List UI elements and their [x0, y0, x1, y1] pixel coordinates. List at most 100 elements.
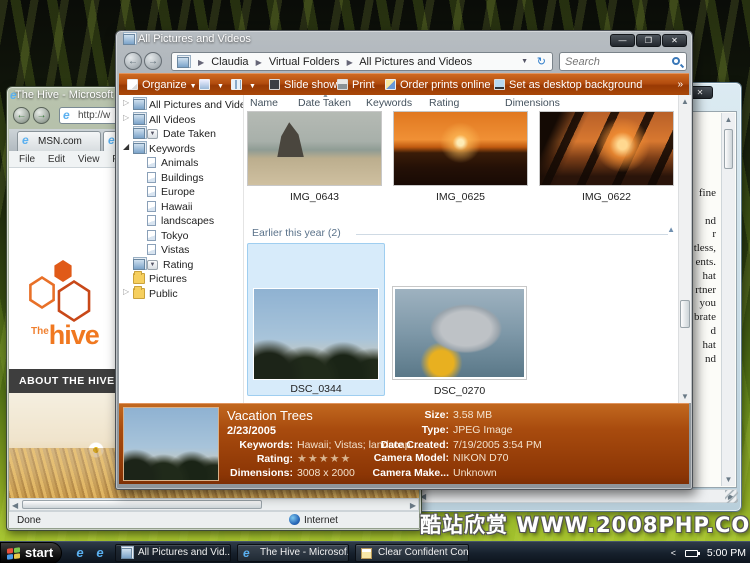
refresh-icon[interactable]: ↻	[537, 53, 546, 71]
tree-item-all-videos[interactable]: ▷All Videos	[119, 113, 244, 127]
views-button[interactable]: ▼	[199, 74, 224, 96]
group-collapse-icon[interactable]: ▲	[667, 225, 675, 234]
browser-back-button[interactable]: ←	[13, 107, 30, 124]
breadcrumb-virtual-folders[interactable]: Virtual Folders	[269, 56, 340, 68]
toolbar-overflow-icon[interactable]: »	[677, 74, 683, 96]
browser-forward-button[interactable]: →	[33, 107, 50, 124]
file-item-selected[interactable]: DSC_0344	[247, 243, 385, 396]
print-button[interactable]: Print	[337, 74, 375, 96]
tab-msn[interactable]: e MSN.com	[17, 131, 101, 151]
breadcrumb[interactable]: ▶ Claudia ▶ Virtual Folders ▶ All Pictur…	[171, 52, 553, 71]
taskbar-button-document[interactable]: Clear Confident Con...	[355, 544, 469, 562]
files-vertical-scrollbar[interactable]: ▲ ▼	[678, 95, 691, 403]
set-background-button[interactable]: Set as desktop background	[494, 74, 642, 96]
clock[interactable]: 5:00 PM	[707, 547, 746, 559]
scroll-down-icon[interactable]: ▼	[722, 473, 735, 486]
close-button[interactable]: ✕	[662, 34, 687, 47]
menu-view[interactable]: View	[78, 151, 100, 168]
forward-button[interactable]: →	[144, 52, 162, 70]
chevron-right-icon: ▶	[256, 58, 262, 67]
tree-item-all-pictures[interactable]: ▷All Pictures and Videos	[119, 98, 244, 112]
expander-icon[interactable]: ◢	[123, 142, 129, 151]
doc-horizontal-scrollbar[interactable]: ◀ ▶	[417, 489, 737, 503]
breadcrumb-current[interactable]: All Pictures and Videos	[359, 56, 472, 68]
files-vscroll-thumb[interactable]	[680, 300, 690, 328]
file-name[interactable]: IMG_0643	[247, 191, 382, 203]
tree-item-vistas[interactable]: Vistas	[119, 243, 244, 257]
resize-grip[interactable]	[725, 490, 738, 503]
photo-thumbnail-dsc-0270[interactable]	[393, 287, 526, 379]
expander-icon[interactable]: ▷	[123, 287, 129, 296]
scroll-up-icon[interactable]: ▲	[722, 113, 735, 126]
battery-icon[interactable]	[685, 550, 698, 557]
tree-item-animals[interactable]: Animals	[119, 156, 244, 170]
sort-ascending-icon: ▲	[322, 95, 329, 99]
taskbar-button-explorer[interactable]: All Pictures and Vid...	[115, 544, 231, 562]
rating-stars[interactable]: ★★★★★	[297, 453, 351, 465]
column-dimensions[interactable]: Dimensions	[505, 97, 560, 109]
tree-item-rating[interactable]: ▼Rating	[119, 258, 244, 272]
search-input[interactable]	[565, 54, 665, 69]
daisy-flower	[87, 441, 105, 459]
column-rating[interactable]: Rating	[429, 97, 459, 109]
tree-item-tokyo[interactable]: Tokyo	[119, 229, 244, 243]
back-button[interactable]: ←	[124, 52, 142, 70]
maximize-button[interactable]: ❐	[636, 34, 661, 47]
chevron-down-icon[interactable]: ▼	[147, 260, 158, 270]
tree-item-keywords[interactable]: ◢Keywords	[119, 142, 244, 156]
scroll-up-icon[interactable]: ▲	[679, 95, 691, 108]
file-name[interactable]: IMG_0622	[539, 191, 674, 203]
column-name[interactable]: Name	[250, 97, 278, 109]
tree-item-europe[interactable]: Europe	[119, 185, 244, 199]
file-name[interactable]: DSC_0270	[393, 385, 526, 397]
search-icon[interactable]	[672, 57, 680, 65]
quick-launch-ie-icon[interactable]: e	[72, 545, 88, 561]
desktop: — ✕ fine nd r tless, ents. hat rtner you…	[0, 0, 750, 563]
minimize-button[interactable]: —	[610, 34, 635, 47]
tray-chevron-icon[interactable]: <	[671, 548, 676, 558]
taskbar-button-browser[interactable]: e The Hive - Microsof...	[237, 544, 349, 562]
breadcrumb-dropdown-icon[interactable]: ▼	[521, 53, 528, 71]
slideshow-button[interactable]: Slide show	[269, 74, 337, 96]
tree-item-public[interactable]: ▷Public	[119, 287, 244, 301]
tree-item-date-taken[interactable]: ▼Date Taken	[119, 127, 244, 141]
group-divider	[356, 234, 668, 235]
layout-button[interactable]: ▼	[231, 74, 256, 96]
file-list-pane: Name Date Taken ▲ Keywords Rating Dimens…	[244, 95, 691, 403]
photo-thumbnail-dsc-0344[interactable]	[253, 288, 379, 380]
quick-launch-desktop-icon[interactable]: e	[92, 545, 108, 561]
search-box[interactable]	[559, 52, 687, 71]
scroll-down-icon[interactable]: ▼	[679, 390, 691, 403]
browser-horizontal-scrollbar[interactable]: ◀ ▶	[9, 498, 419, 511]
photo-thumbnail-img-0622[interactable]	[539, 111, 674, 186]
page-icon: e	[63, 110, 74, 121]
status-done: Done	[17, 512, 41, 529]
file-name[interactable]: IMG_0625	[393, 191, 528, 203]
start-button[interactable]: start	[0, 542, 62, 563]
explorer-window[interactable]: All Pictures and Videos — ❐ ✕ ← → ▶ Clau…	[115, 30, 693, 490]
expander-icon[interactable]: ▷	[123, 113, 129, 122]
stack-icon	[133, 128, 145, 139]
tree-item-landscapes[interactable]: landscapes	[119, 214, 244, 228]
photo-thumbnail-img-0625[interactable]	[393, 111, 528, 186]
column-keywords[interactable]: Keywords	[366, 97, 412, 109]
chevron-down-icon: ▼	[249, 83, 256, 90]
tree-item-pictures[interactable]: Pictures	[119, 272, 244, 286]
file-name[interactable]: DSC_0344	[248, 383, 384, 395]
organize-button[interactable]: Organize▼	[127, 74, 197, 96]
tree-item-buildings[interactable]: Buildings	[119, 171, 244, 185]
expander-icon[interactable]: ▷	[123, 98, 129, 107]
breadcrumb-claudia[interactable]: Claudia	[211, 56, 248, 68]
chevron-down-icon[interactable]: ▼	[147, 129, 158, 139]
ie-tab-icon: e	[108, 135, 115, 146]
browser-hscroll-thumb[interactable]	[22, 500, 262, 509]
doc-vertical-scrollbar[interactable]: ▲ ▼	[721, 113, 735, 486]
doc-vscroll-thumb[interactable]	[724, 129, 733, 169]
order-prints-button[interactable]: Order prints online	[385, 74, 491, 96]
photo-thumbnail-img-0643[interactable]	[247, 111, 382, 186]
menu-edit[interactable]: Edit	[48, 151, 65, 168]
group-header[interactable]: Earlier this year (2)	[252, 227, 341, 239]
tree-item-hawaii[interactable]: Hawaii	[119, 200, 244, 214]
browser-title: The Hive - Microsoft I	[15, 89, 120, 101]
menu-file[interactable]: File	[19, 151, 35, 168]
